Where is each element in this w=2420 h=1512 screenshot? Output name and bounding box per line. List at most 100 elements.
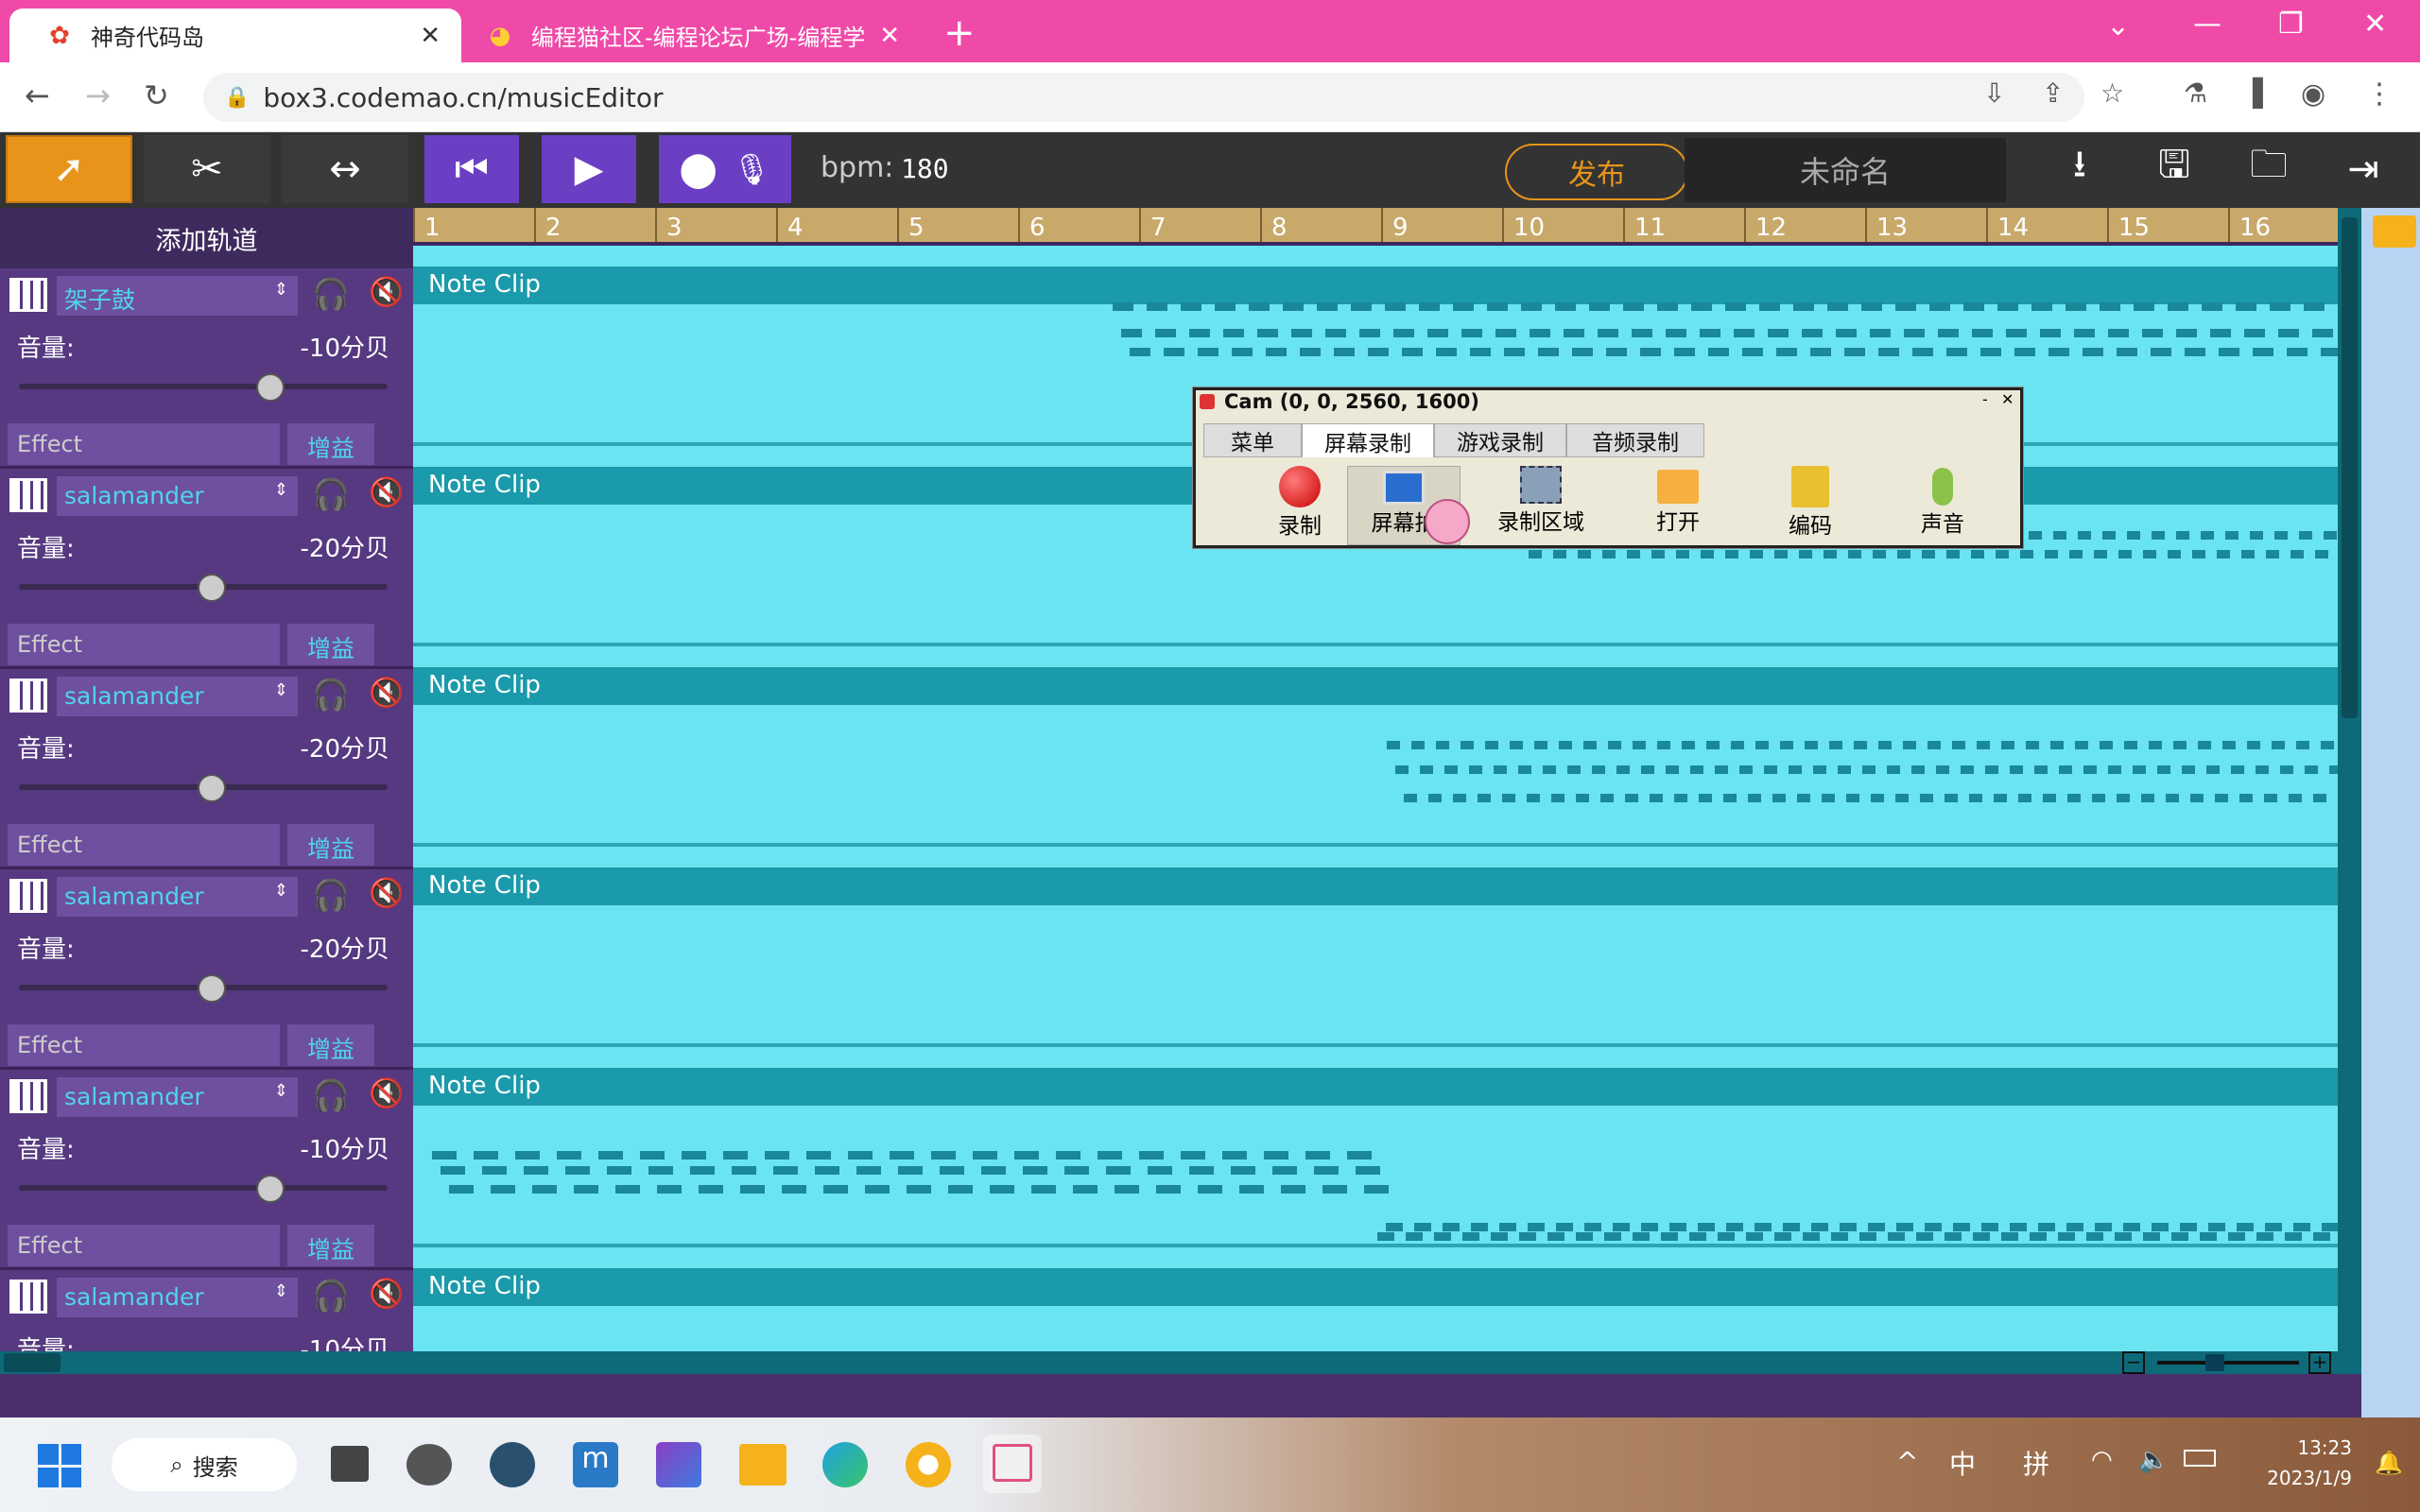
note-clip-header[interactable]: Note Clip (413, 1268, 2338, 1306)
note-clip-header[interactable]: Note Clip (413, 266, 2338, 304)
menu-kebab-icon[interactable]: ⋮ (2365, 77, 2394, 111)
horizontal-scrollbar[interactable]: − + (0, 1351, 2361, 1374)
zoom-slider-handle[interactable] (2205, 1354, 2224, 1371)
ocam-record-button[interactable]: 录制 (1243, 466, 1357, 545)
headphones-icon[interactable]: 🎧 (312, 677, 350, 713)
notification-icon[interactable]: 🔔 (2375, 1450, 2403, 1476)
volume-slider-handle[interactable] (256, 373, 285, 402)
headphones-icon[interactable]: 🎧 (312, 877, 350, 913)
install-icon[interactable]: ⇩ (1983, 77, 2005, 109)
instrument-select[interactable]: salamander ⇕ (57, 476, 298, 516)
download-icon[interactable]: ⭳ (2051, 135, 2108, 203)
volume-slider-handle[interactable] (198, 974, 226, 1003)
ocam-sound-button[interactable]: 声音 (1886, 466, 1999, 545)
split-tool-button[interactable]: ↔ (282, 135, 408, 203)
restore-icon[interactable]: ❐ (2278, 8, 2304, 41)
publish-button[interactable]: 发布 (1505, 144, 1688, 200)
effect-field[interactable]: Effect (8, 624, 280, 665)
effect-field[interactable]: Effect (8, 423, 280, 465)
volume-slider-handle[interactable] (198, 574, 226, 602)
back-icon[interactable]: ← (25, 77, 50, 113)
vertical-scrollbar[interactable] (2338, 208, 2361, 1351)
piano-icon[interactable] (9, 278, 47, 312)
exit-icon[interactable]: ⇥ (2335, 135, 2392, 203)
taskbar-app-icon[interactable] (406, 1444, 452, 1486)
instrument-select[interactable]: 架子鼓 ⇕ (57, 276, 298, 316)
windows-start-icon[interactable] (38, 1444, 81, 1487)
volume-slider-handle[interactable] (198, 774, 226, 802)
note-clip-header[interactable]: Note Clip (413, 1068, 2338, 1106)
mute-speaker-icon[interactable]: 🔇 (369, 1278, 404, 1311)
zoom-out-icon[interactable]: − (2122, 1351, 2145, 1374)
minimize-icon[interactable]: — (2193, 8, 2221, 41)
ocam-close-icon[interactable]: ✕ (2001, 390, 2014, 408)
instrument-select[interactable]: salamander ⇕ (57, 1278, 298, 1317)
folder-icon[interactable] (2373, 215, 2416, 248)
track-lane[interactable]: Note Clip (413, 1047, 2338, 1247)
ocam-open-button[interactable]: 打开 (1621, 466, 1735, 545)
taskbar-search[interactable]: ⌕ 搜索 (112, 1438, 297, 1491)
gain-button[interactable]: 增益 (287, 824, 374, 866)
profile-avatar-icon[interactable]: ◉ (2301, 77, 2325, 111)
browser-icon[interactable] (906, 1442, 951, 1487)
mute-speaker-icon[interactable]: 🔇 (369, 877, 404, 910)
track-lane[interactable]: Note Clip (413, 1247, 2338, 1351)
gain-button[interactable]: 增益 (287, 1225, 374, 1266)
cut-tool-button[interactable]: ✂ (144, 135, 270, 203)
effect-field[interactable]: Effect (8, 1225, 280, 1266)
task-view-icon[interactable] (331, 1446, 369, 1482)
clock-time[interactable]: 13:23 (2248, 1436, 2352, 1459)
taskbar-app-icon[interactable] (490, 1442, 535, 1487)
instrument-select[interactable]: salamander ⇕ (57, 1077, 298, 1117)
headphones-icon[interactable]: 🎧 (312, 476, 350, 512)
headphones-icon[interactable]: 🎧 (312, 1278, 350, 1314)
edge-icon[interactable] (822, 1442, 868, 1487)
ocam-region-button[interactable]: 录制区域 (1470, 466, 1612, 545)
ime-pinyin[interactable]: 拼 (2023, 1444, 2049, 1482)
ocam-encode-button[interactable]: 编码 (1754, 466, 1867, 545)
labs-icon[interactable]: ⚗ (2184, 77, 2207, 109)
play-button[interactable]: ▶ (542, 135, 636, 203)
ocam-minimize-icon[interactable]: - (1982, 390, 1988, 408)
piano-icon[interactable] (9, 478, 47, 512)
clipchamp-icon[interactable] (656, 1442, 701, 1487)
tab-codeisland[interactable]: ✿ 神奇代码岛 ✕ (9, 9, 461, 62)
piano-icon[interactable] (9, 1280, 47, 1314)
ocam-tab-menu[interactable]: 菜单 (1203, 423, 1302, 457)
gain-button[interactable]: 增益 (287, 423, 374, 465)
scroll-thumb[interactable] (2342, 217, 2358, 718)
close-window-icon[interactable]: ✕ (2363, 8, 2387, 41)
ime-mode[interactable]: 中 (1949, 1444, 1976, 1482)
bpm-value[interactable]: 180 (901, 153, 949, 184)
record-button[interactable]: ⬤ 🎙 (659, 135, 791, 203)
scroll-thumb[interactable] (4, 1353, 60, 1372)
mute-speaker-icon[interactable]: 🔇 (369, 1077, 404, 1110)
close-tab-icon[interactable]: ✕ (420, 22, 441, 50)
tab-codemao-forum[interactable]: ◕ 编程猫社区-编程论坛广场-编程学 ✕ (467, 9, 921, 62)
wifi-icon[interactable]: ◠ (2091, 1446, 2113, 1474)
open-folder-icon[interactable]: 🗀 (2240, 135, 2297, 203)
instrument-select[interactable]: salamander ⇕ (57, 877, 298, 917)
mute-speaker-icon[interactable]: 🔇 (369, 677, 404, 710)
ocam-taskbar-icon[interactable] (983, 1435, 1042, 1493)
instrument-select[interactable]: salamander ⇕ (57, 677, 298, 716)
track-lane[interactable]: Note Clip (413, 847, 2338, 1047)
track-lane[interactable]: Note Clip (413, 646, 2338, 847)
close-tab-icon[interactable]: ✕ (879, 22, 900, 50)
new-tab-button[interactable]: + (943, 11, 976, 55)
tab-search-icon[interactable]: ⌄ (2106, 9, 2130, 43)
effect-field[interactable]: Effect (8, 1024, 280, 1066)
piano-icon[interactable] (9, 879, 47, 913)
reload-icon[interactable]: ↻ (144, 77, 169, 113)
rewind-button[interactable]: ⏮ (424, 135, 519, 203)
piano-icon[interactable] (9, 1079, 47, 1113)
volume-slider[interactable] (19, 1185, 388, 1191)
note-clip-header[interactable]: Note Clip (413, 667, 2338, 705)
project-name-field[interactable]: 未命名 (1685, 138, 2006, 202)
mute-speaker-icon[interactable]: 🔇 (369, 476, 404, 509)
volume-icon[interactable]: 🔈 (2138, 1446, 2169, 1474)
ocam-titlebar[interactable]: Cam (0, 0, 2560, 1600) (1196, 390, 2020, 413)
zoom-in-icon[interactable]: + (2308, 1351, 2331, 1374)
file-explorer-icon[interactable] (739, 1444, 786, 1486)
musescore-icon[interactable]: m (573, 1442, 618, 1487)
